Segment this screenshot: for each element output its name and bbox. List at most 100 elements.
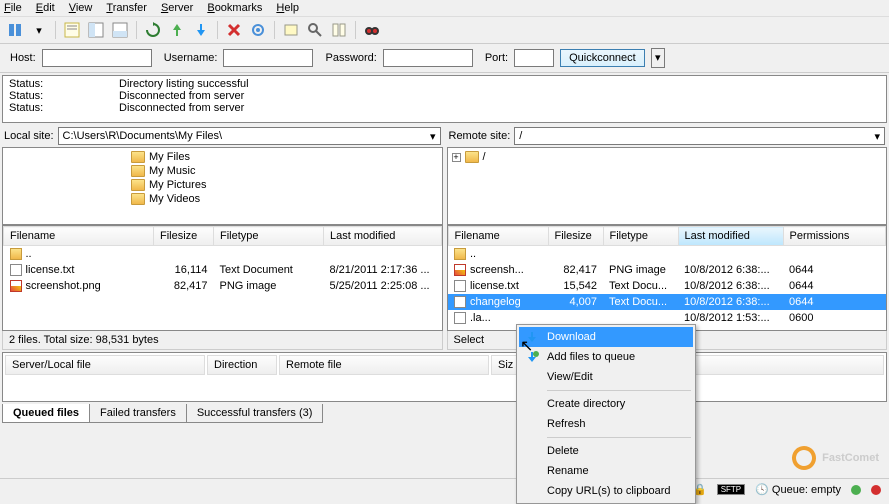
col-filetype[interactable]: Filetype xyxy=(214,227,324,246)
local-site-label: Local site: xyxy=(4,130,54,142)
local-tree[interactable]: My Files My Music My Pictures My Videos xyxy=(2,147,443,225)
table-row[interactable]: license.txt15,542Text Docu...10/8/2012 6… xyxy=(448,278,886,294)
table-row[interactable]: license.txt16,114Text Document8/21/2011 … xyxy=(4,262,442,278)
text-file-icon xyxy=(454,280,466,292)
table-row[interactable]: .. xyxy=(4,246,442,263)
toggle-log-button[interactable] xyxy=(61,19,83,41)
port-input[interactable] xyxy=(514,49,554,67)
status-message: Disconnected from server xyxy=(119,102,244,114)
col-filesize[interactable]: Filesize xyxy=(548,227,603,246)
quickconnect-dropdown[interactable]: ▾ xyxy=(651,48,665,68)
remote-path-combo[interactable]: /▾ xyxy=(514,127,885,145)
menu-delete[interactable]: Delete xyxy=(519,441,693,461)
sitemanager-dropdown[interactable]: ▾ xyxy=(28,19,50,41)
tab-failed-transfers[interactable]: Failed transfers xyxy=(89,404,187,423)
host-input[interactable] xyxy=(42,49,152,67)
menu-create-directory[interactable]: Create directory xyxy=(519,394,693,414)
menu-bookmarks[interactable]: Bookmarks xyxy=(207,2,262,14)
chevron-down-icon: ▾ xyxy=(874,130,880,143)
text-file-icon xyxy=(454,312,466,324)
toolbar: ▾ xyxy=(0,17,889,44)
menu-download[interactable]: Download xyxy=(519,327,693,347)
folder-icon xyxy=(131,179,145,191)
quickconnect-button[interactable]: Quickconnect xyxy=(560,49,645,67)
binoculars-button[interactable] xyxy=(361,19,383,41)
search-button[interactable] xyxy=(304,19,326,41)
fastcomet-icon xyxy=(789,443,820,474)
host-label: Host: xyxy=(10,52,36,64)
watermark-logo: FastComet xyxy=(792,446,879,470)
table-row[interactable]: .. xyxy=(448,246,886,263)
col-filename[interactable]: Filename xyxy=(4,227,154,246)
local-panel: Local site: C:\Users\R\Documents\My File… xyxy=(2,125,443,350)
folder-icon xyxy=(10,248,22,260)
process-queue-button[interactable] xyxy=(166,19,188,41)
username-input[interactable] xyxy=(223,49,313,67)
local-path-combo[interactable]: C:\Users\R\Documents\My Files\▾ xyxy=(58,127,441,145)
menu-view[interactable]: View xyxy=(69,2,93,14)
transfer-queue[interactable]: Server/Local file Direction Remote file … xyxy=(2,352,887,402)
cursor-icon: ↖ xyxy=(520,336,533,356)
table-row[interactable]: screenshot.png82,417PNG image5/25/2011 2… xyxy=(4,278,442,294)
sitemanager-button[interactable] xyxy=(4,19,26,41)
remote-panel: Remote site: /▾ +/ Filename Filesize Fil… xyxy=(447,125,888,350)
menu-copy-url[interactable]: Copy URL(s) to clipboard xyxy=(519,481,693,501)
context-menu: Download Add files to queue View/Edit Cr… xyxy=(516,324,696,504)
password-label: Password: xyxy=(325,52,376,64)
col-permissions[interactable]: Permissions xyxy=(783,227,886,246)
password-input[interactable] xyxy=(383,49,473,67)
compare-button[interactable] xyxy=(328,19,350,41)
reconnect-button[interactable] xyxy=(247,19,269,41)
menu-add-to-queue[interactable]: Add files to queue xyxy=(519,347,693,367)
remote-file-list[interactable]: Filename Filesize Filetype Last modified… xyxy=(447,225,888,331)
tree-expander[interactable]: + xyxy=(452,153,461,162)
sftp-indicator: SFTP xyxy=(717,484,745,495)
col-server-local[interactable]: Server/Local file xyxy=(5,355,205,375)
port-label: Port: xyxy=(485,52,508,64)
filter-button[interactable] xyxy=(280,19,302,41)
menu-transfer[interactable]: Transfer xyxy=(106,2,147,14)
refresh-button[interactable] xyxy=(142,19,164,41)
folder-icon xyxy=(465,151,479,163)
menu-rename[interactable]: Rename xyxy=(519,461,693,481)
folder-icon xyxy=(131,151,145,163)
col-direction[interactable]: Direction xyxy=(207,355,277,375)
col-modified[interactable]: Last modified xyxy=(678,227,783,246)
folder-icon xyxy=(131,193,145,205)
tab-successful-transfers[interactable]: Successful transfers (3) xyxy=(186,404,324,423)
remote-site-label: Remote site: xyxy=(449,130,511,142)
menu-refresh[interactable]: Refresh xyxy=(519,414,693,434)
image-file-icon xyxy=(10,280,22,292)
toggle-tree-button[interactable] xyxy=(85,19,107,41)
remote-tree[interactable]: +/ xyxy=(447,147,888,225)
menu-view-edit[interactable]: View/Edit xyxy=(519,367,693,387)
status-label: Status: xyxy=(9,90,89,102)
col-filetype[interactable]: Filetype xyxy=(603,227,678,246)
menu-file[interactable]: File xyxy=(4,2,22,14)
table-row[interactable]: screensh...82,417PNG image10/8/2012 6:38… xyxy=(448,262,886,278)
status-log[interactable]: Status:Directory listing successful Stat… xyxy=(2,75,887,123)
col-modified[interactable]: Last modified xyxy=(324,227,442,246)
menu-help[interactable]: Help xyxy=(276,2,299,14)
menu-edit[interactable]: Edit xyxy=(36,2,55,14)
disconnect-button[interactable] xyxy=(223,19,245,41)
text-file-icon xyxy=(10,264,22,276)
tab-queued-files[interactable]: Queued files xyxy=(2,404,90,423)
chevron-down-icon: ▾ xyxy=(430,130,436,143)
local-file-list[interactable]: Filename Filesize Filetype Last modified… xyxy=(2,225,443,331)
image-file-icon xyxy=(454,264,466,276)
text-file-icon xyxy=(454,296,466,308)
folder-icon xyxy=(131,165,145,177)
status-message: Directory listing successful xyxy=(119,78,249,90)
menubar: File Edit View Transfer Server Bookmarks… xyxy=(0,0,889,17)
queue-tabs: Queued files Failed transfers Successful… xyxy=(2,404,887,423)
col-filename[interactable]: Filename xyxy=(448,227,548,246)
col-filesize[interactable]: Filesize xyxy=(154,227,214,246)
col-remote-file[interactable]: Remote file xyxy=(279,355,489,375)
username-label: Username: xyxy=(164,52,218,64)
cancel-button[interactable] xyxy=(190,19,212,41)
menu-server[interactable]: Server xyxy=(161,2,193,14)
table-row[interactable]: changelog4,007Text Docu...10/8/2012 6:38… xyxy=(448,294,886,310)
toggle-queue-button[interactable] xyxy=(109,19,131,41)
status-dot-red xyxy=(871,485,881,495)
